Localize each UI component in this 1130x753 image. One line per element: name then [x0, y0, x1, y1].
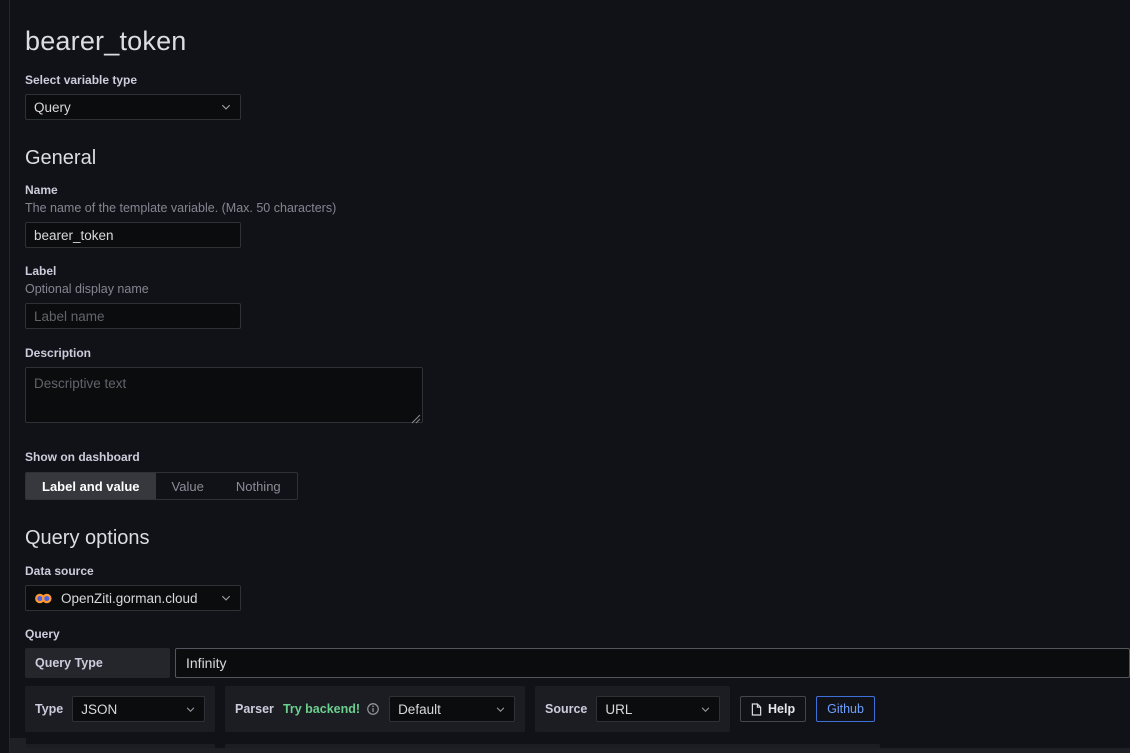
show-on-dashboard-field: Show on dashboard Label and value Value …: [25, 450, 1130, 500]
description-label: Description: [25, 346, 1130, 360]
chevron-down-icon: [185, 704, 196, 715]
help-button[interactable]: Help: [740, 696, 806, 722]
help-button-label: Help: [768, 702, 795, 716]
query-type-select[interactable]: Infinity: [175, 648, 1130, 678]
label-input[interactable]: [25, 303, 241, 329]
label-help: Optional display name: [25, 282, 1130, 296]
page-title: bearer_token: [25, 26, 1130, 57]
query-options-heading: Query options: [25, 527, 1130, 550]
query-label: Query: [25, 627, 1130, 641]
label-field: Label Optional display name: [25, 264, 1130, 329]
document-icon: [751, 703, 762, 716]
source-value: URL: [605, 702, 632, 717]
type-label: Type: [35, 702, 63, 716]
show-on-dashboard-label: Show on dashboard: [25, 450, 1130, 464]
parser-try-backend-hint: Try backend!: [283, 702, 360, 716]
type-value: JSON: [81, 702, 117, 717]
github-button[interactable]: Github: [816, 696, 875, 722]
parser-value: Default: [398, 702, 441, 717]
name-help: The name of the template variable. (Max.…: [25, 201, 1130, 215]
next-editor-row-strip: [10, 748, 1130, 753]
label-label: Label: [25, 264, 1130, 278]
query-type-label: Query Type: [25, 648, 170, 678]
editor-buttons: Help Github: [740, 686, 875, 732]
radio-option-nothing[interactable]: Nothing: [220, 473, 297, 499]
chevron-down-icon: [220, 592, 232, 604]
query-type-row: Query Type Infinity: [25, 648, 1130, 678]
source-group: Source URL: [535, 686, 730, 732]
chevron-down-icon: [700, 704, 711, 715]
data-source-field: Data source OpenZiti.gorman.cloud: [25, 564, 1130, 611]
github-button-label: Github: [827, 702, 864, 716]
data-source-picker[interactable]: OpenZiti.gorman.cloud: [25, 585, 241, 611]
source-label: Source: [545, 702, 587, 716]
radio-option-label-and-value[interactable]: Label and value: [26, 473, 156, 499]
query-type-value: Infinity: [186, 655, 226, 671]
infinity-datasource-icon: [34, 592, 53, 605]
description-textarea[interactable]: [25, 367, 423, 423]
type-select[interactable]: JSON: [72, 696, 205, 722]
variable-type-field: Select variable type Query: [25, 73, 1130, 120]
name-field: Name The name of the template variable. …: [25, 183, 1130, 248]
source-select[interactable]: URL: [596, 696, 720, 722]
query-editor-row-1: Type JSON Parser Try backend! Default: [25, 686, 1130, 732]
query-field: Query Query Type Infinity: [25, 627, 1130, 678]
chevron-down-icon: [495, 704, 506, 715]
data-source-label: Data source: [25, 564, 1130, 578]
name-input[interactable]: [25, 222, 241, 248]
variable-type-value: Query: [34, 100, 71, 115]
data-source-value: OpenZiti.gorman.cloud: [61, 591, 198, 606]
variable-editor-page: bearer_token Select variable type Query …: [25, 0, 1130, 753]
variable-type-label: Select variable type: [25, 73, 1130, 87]
general-heading: General: [25, 147, 1130, 170]
parser-group: Parser Try backend! Default: [225, 686, 525, 732]
radio-option-value[interactable]: Value: [156, 473, 220, 499]
description-field: Description: [25, 346, 1130, 428]
parser-label: Parser: [235, 702, 274, 716]
left-edge-divider: [9, 0, 10, 753]
name-label: Name: [25, 183, 1130, 197]
show-on-dashboard-radio-group: Label and value Value Nothing: [25, 472, 298, 500]
type-group: Type JSON: [25, 686, 215, 732]
chevron-down-icon: [220, 101, 232, 113]
variable-type-select[interactable]: Query: [25, 94, 241, 120]
info-icon[interactable]: [366, 702, 380, 716]
parser-select[interactable]: Default: [389, 696, 515, 722]
